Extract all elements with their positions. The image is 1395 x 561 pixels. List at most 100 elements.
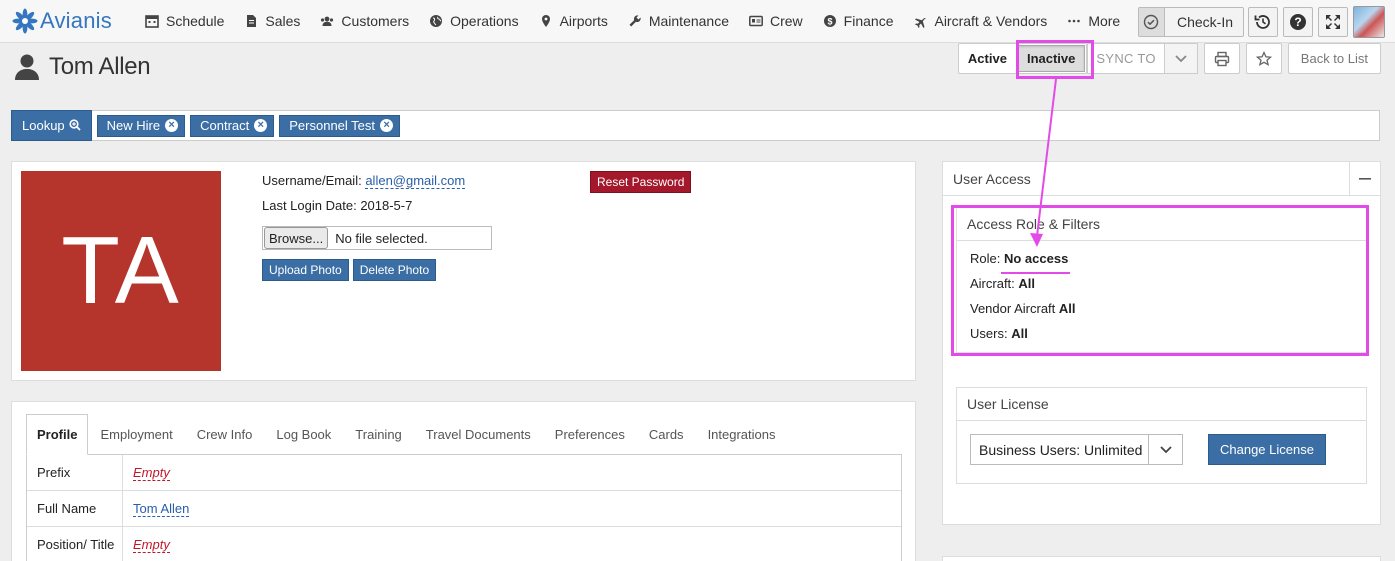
full-name-value[interactable]: Tom Allen — [133, 501, 190, 517]
dollar-icon: $ — [823, 14, 837, 28]
tab-log-book[interactable]: Log Book — [264, 414, 343, 454]
check-in-label: Check-In — [1176, 14, 1233, 30]
page-title: Tom Allen — [14, 53, 151, 81]
tag-chip[interactable]: Personnel Test × — [279, 114, 401, 137]
nav-item-more[interactable]: More — [1067, 13, 1120, 29]
nav-item-operations[interactable]: Operations — [429, 13, 519, 29]
lookup-button[interactable]: Lookup — [11, 109, 92, 141]
back-to-list-button[interactable]: Back to List — [1287, 43, 1381, 74]
tab-integrations[interactable]: Integrations — [696, 414, 788, 454]
chevron-down-icon[interactable] — [1148, 435, 1182, 464]
nav-item-schedule[interactable]: Schedule — [145, 13, 224, 29]
file-status: No file selected. — [335, 230, 428, 246]
reset-password-button[interactable]: Reset Password — [590, 171, 692, 193]
nav-item-maintenance[interactable]: Maintenance — [628, 13, 729, 29]
license-select[interactable]: Business Users: Unlimited — [970, 434, 1183, 465]
delete-photo-button[interactable]: Delete Photo — [352, 259, 437, 281]
tab-training[interactable]: Training — [343, 414, 413, 454]
brand-name: Avianis — [40, 8, 112, 33]
browse-button[interactable]: Browse... — [264, 227, 329, 249]
nav-label: Aircraft & Vendors — [934, 13, 1048, 29]
print-button[interactable] — [1203, 43, 1240, 74]
users-icon — [320, 14, 334, 28]
nav-label: More — [1088, 13, 1121, 29]
check-in-button[interactable]: Check-In — [1137, 7, 1244, 37]
tab-cards[interactable]: Cards — [637, 414, 696, 454]
tag-chip[interactable]: New Hire × — [96, 114, 186, 137]
history-button[interactable] — [1248, 7, 1278, 37]
nav-item-airports[interactable]: Airports — [539, 13, 608, 29]
sync-to-label: SYNC TO — [1096, 51, 1156, 66]
remove-tag-icon[interactable]: × — [165, 119, 179, 132]
sunflower-logo-icon — [12, 8, 38, 34]
nav-label: Airports — [559, 13, 608, 29]
document-icon — [244, 14, 258, 28]
brand-logo[interactable]: Avianis — [12, 8, 132, 34]
position-value[interactable]: Empty — [133, 537, 170, 553]
field-value-cell: Empty — [123, 455, 170, 481]
help-icon: ? — [1290, 14, 1306, 30]
check-circle-icon — [1138, 8, 1165, 36]
tab-profile[interactable]: Profile — [26, 414, 89, 455]
help-button[interactable]: ? — [1283, 7, 1313, 37]
nav-label: Finance — [843, 13, 894, 29]
account-card: TA Username/Email: allen@gmail.com Last … — [11, 161, 916, 381]
tab-travel-documents[interactable]: Travel Documents — [414, 414, 543, 454]
photo-buttons: Upload Photo Delete Photo — [262, 259, 492, 281]
nav-item-finance[interactable]: $ Finance — [823, 13, 894, 29]
last-login-label: Last Login Date: — [262, 198, 357, 213]
sync-to-dropdown[interactable]: SYNC TO — [1087, 43, 1198, 74]
access-role-highlight-box — [951, 205, 1369, 356]
last-login-row: Last Login Date: 2018-5-7 — [262, 198, 492, 223]
nav-item-crew[interactable]: Crew — [749, 13, 803, 29]
nav-item-sales[interactable]: Sales — [244, 13, 300, 29]
remove-tag-icon[interactable]: × — [254, 119, 268, 132]
username-value[interactable]: allen@gmail.com — [365, 173, 466, 189]
remove-tag-icon[interactable]: × — [380, 119, 394, 132]
person-name: Tom Allen — [49, 53, 151, 80]
collapse-button[interactable] — [1349, 162, 1380, 195]
nav-item-aircraft-vendors[interactable]: Aircraft & Vendors — [913, 13, 1047, 29]
tag-label: New Hire — [106, 118, 161, 133]
lookup-label: Lookup — [22, 117, 65, 133]
globe-icon — [429, 14, 443, 28]
nav-item-customers[interactable]: Customers — [320, 13, 409, 29]
profile-field-table: Prefix Empty Full Name Tom Allen Positio… — [26, 455, 902, 561]
field-value-cell: Empty — [123, 527, 170, 553]
table-row: Prefix Empty — [27, 455, 901, 491]
license-select-value: Business Users: Unlimited — [979, 441, 1143, 458]
change-license-button[interactable]: Change License — [1208, 434, 1326, 465]
expand-icon — [1326, 15, 1340, 29]
nav-right-tools: Check-In ? — [1137, 6, 1395, 38]
tab-employment[interactable]: Employment — [88, 414, 184, 454]
user-license-panel: User License Business Users: Unlimited C… — [956, 387, 1367, 484]
tag-chip[interactable]: Contract × — [190, 114, 275, 137]
table-row: Full Name Tom Allen — [27, 491, 901, 527]
tag-label: Personnel Test — [289, 118, 376, 133]
upload-photo-button[interactable]: Upload Photo — [262, 259, 349, 281]
search-plus-icon — [69, 119, 81, 131]
nav-label: Maintenance — [648, 13, 729, 29]
prefix-value[interactable]: Empty — [133, 465, 170, 481]
active-toggle[interactable]: Active — [959, 44, 1016, 73]
photo-file-input[interactable]: Browse... No file selected. — [262, 226, 492, 250]
account-info: Username/Email: allen@gmail.com Last Log… — [262, 173, 492, 281]
nav-label: Sales — [265, 13, 301, 29]
fullscreen-button[interactable] — [1318, 7, 1348, 37]
user-avatar[interactable] — [1353, 6, 1385, 38]
username-row: Username/Email: allen@gmail.com — [262, 173, 492, 198]
favorite-button[interactable] — [1245, 43, 1282, 74]
user-license-title: User License — [957, 388, 1366, 421]
nav-label: Operations — [450, 13, 519, 29]
secondary-side-card — [942, 556, 1381, 561]
field-label: Prefix — [27, 455, 123, 491]
tab-preferences[interactable]: Preferences — [543, 414, 637, 454]
svg-text:$: $ — [827, 16, 832, 26]
tab-crew-info[interactable]: Crew Info — [185, 414, 265, 454]
field-label: Position/ Title — [27, 527, 123, 561]
minus-icon — [1359, 177, 1371, 180]
nav-label: Customers — [341, 13, 410, 29]
chevron-down-icon[interactable] — [1163, 44, 1197, 73]
username-label: Username/Email: — [262, 173, 362, 188]
history-icon — [1254, 15, 1270, 29]
